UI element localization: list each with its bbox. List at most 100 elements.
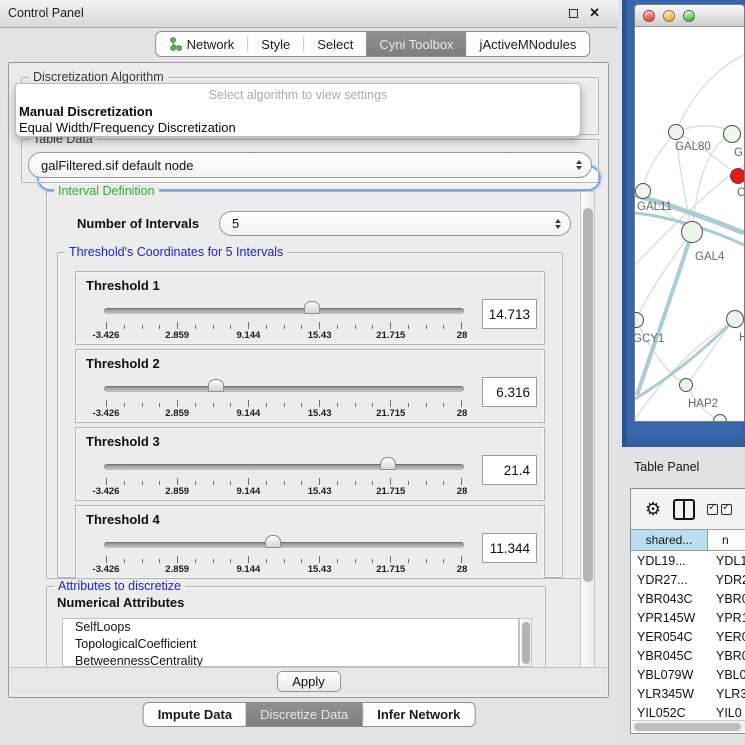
tick-labels: -3.4262.8599.14415.4321.71528 [106,564,462,576]
table-toolbar: ⚙ [631,489,745,529]
tab-style-label: Style [261,37,290,52]
tab-network-label: Network [187,37,235,52]
table-row[interactable]: YPR145WYPR1 [631,608,745,627]
attributes-group: Attributes to discretize Numerical Attri… [46,586,546,669]
threshold-2-label: Threshold 2 [86,356,160,371]
numerical-attributes-label: Numerical Attributes [57,595,184,610]
threshold-4-value-field[interactable]: 11.344 [482,533,537,563]
table-row[interactable]: YBL079WYBL0 [631,665,745,684]
number-of-intervals-combobox[interactable]: 5 [219,211,571,236]
tab-jactivemnodules-label: jActiveMNodules [480,37,577,52]
slider-handle[interactable] [304,301,320,314]
number-of-intervals-value: 5 [232,216,239,231]
network-window-titlebar [635,5,744,27]
apply-bar: Apply [10,667,607,694]
table-data-combobox[interactable]: galFiltered.sif default node [28,152,592,178]
network-node[interactable] [635,183,651,199]
node-label: H [739,332,744,344]
threshold-2-value-field[interactable]: 6.316 [482,377,537,407]
tick-marks [106,478,462,485]
attribute-item[interactable]: SelfLoops [63,619,518,636]
slider-track [104,542,464,548]
slider-handle[interactable] [380,457,396,470]
tab-select[interactable]: Select [304,32,366,56]
network-view-window[interactable]: GAL80GCGAL11GAL4GCY1HHAP2 [622,0,745,447]
tab-impute-data[interactable]: Impute Data [144,703,246,726]
tab-style[interactable]: Style [248,32,303,56]
network-node[interactable] [730,168,744,184]
close-traffic-light-icon[interactable] [643,10,655,22]
node-label: C [737,187,744,199]
tab-network[interactable]: Network [156,32,248,56]
tick-labels: -3.4262.8599.14415.4321.71528 [106,486,462,498]
tick-marks [106,400,462,407]
column-header-shared-name[interactable]: shared... [631,530,708,550]
top-tab-bar: Network Style Select Cyni Toolbox jActiv… [155,31,591,57]
tick-marks [106,556,462,563]
attribute-item[interactable]: BetweennessCentrality [63,653,518,667]
tick-labels: -3.4262.8599.14415.4321.71528 [106,330,462,342]
table-row[interactable]: YLR345WYLR3 [631,684,745,703]
slider-handle[interactable] [265,535,281,548]
network-canvas[interactable]: GAL80GCGAL11GAL4GCY1HHAP2 [635,27,744,421]
dropdown-option-manual[interactable]: Manual Discretization [19,104,153,119]
thresholds-group-label: Threshold's Coordinates for 5 Intervals [65,245,287,259]
dropdown-option-equal-width[interactable]: Equal Width/Frequency Discretization [19,120,236,135]
float-window-icon[interactable] [569,9,578,18]
panel-scrollbar[interactable] [580,191,595,668]
network-node[interactable] [668,124,684,140]
tab-discretize-data-label: Discretize Data [260,707,348,722]
table-horizontal-scrollbar[interactable] [632,720,745,732]
tick-marks [106,322,462,329]
stepper-icon [576,160,582,170]
columns-icon[interactable] [673,499,695,520]
table-row[interactable]: YDL19...YDL1 [631,551,745,570]
network-node[interactable] [681,221,703,243]
zoom-traffic-light-icon[interactable] [683,10,695,22]
number-of-intervals-label: Number of Intervals [77,216,199,231]
scrollbar-thumb[interactable] [583,208,593,582]
scrollbar-thumb[interactable] [634,723,741,731]
checkbox-icon[interactable] [721,504,732,515]
table-row[interactable]: YIL052CYIL0 [631,703,745,719]
network-node[interactable] [713,414,727,421]
discretization-algorithm-label: Discretization Algorithm [29,70,168,84]
tick-labels: -3.4262.8599.14415.4321.71528 [106,408,462,420]
table-row[interactable]: YBR043CYBR0 [631,589,745,608]
minimize-traffic-light-icon[interactable] [663,10,675,22]
table-row[interactable]: YER054CYER0 [631,627,745,646]
table-row[interactable]: YDR27...YDR2 [631,570,745,589]
gear-icon[interactable]: ⚙ [645,500,661,518]
threshold-1-value-field[interactable]: 14.713 [482,299,537,329]
tab-infer-network[interactable]: Infer Network [363,703,474,726]
attributes-list-scrollbar[interactable] [519,618,532,667]
node-label: GCY1 [635,333,664,345]
interval-definition-label: Interval Definition [54,184,159,198]
threshold-3-value-field[interactable]: 21.4 [482,455,537,485]
dropdown-placeholder: Select algorithm to view settings [16,88,580,102]
attribute-item[interactable]: TopologicalCoefficient [63,636,518,653]
network-node[interactable] [723,125,741,143]
algorithm-dropdown-popup: Select algorithm to view settings Manual… [15,83,581,137]
node-label: GAL80 [675,141,711,153]
table-data-group: Table Data galFiltered.sif default node [21,139,599,183]
network-node[interactable] [726,310,744,328]
column-header-name[interactable]: n [708,530,745,550]
cyni-toolbox-panel: Discretization Algorithm Select algorith… [8,62,609,698]
table-data-value: galFiltered.sif default node [41,158,193,173]
network-node[interactable] [679,378,693,392]
tab-jactivemnodules[interactable]: jActiveMNodules [467,32,590,56]
scrollbar-thumb[interactable] [522,622,530,664]
table-row[interactable]: YBR045CYBR0 [631,646,745,665]
network-view-frame: GAL80GCGAL11GAL4GCY1HHAP2 [634,4,745,422]
checkbox-icon[interactable] [707,504,718,515]
slider-handle[interactable] [208,379,224,392]
tab-discretize-data[interactable]: Discretize Data [246,703,362,726]
table-panel: ⚙ shared... n YDL19...YDL1YDR27...YDR2YB… [630,488,745,734]
attributes-list[interactable]: SelfLoopsTopologicalCoefficientBetweenne… [62,618,519,667]
close-icon[interactable]: ✕ [589,5,600,21]
node-label: HAP2 [688,398,718,410]
tab-cyni-toolbox[interactable]: Cyni Toolbox [366,32,466,56]
node-label: GAL11 [637,201,672,213]
apply-button[interactable]: Apply [277,671,341,692]
